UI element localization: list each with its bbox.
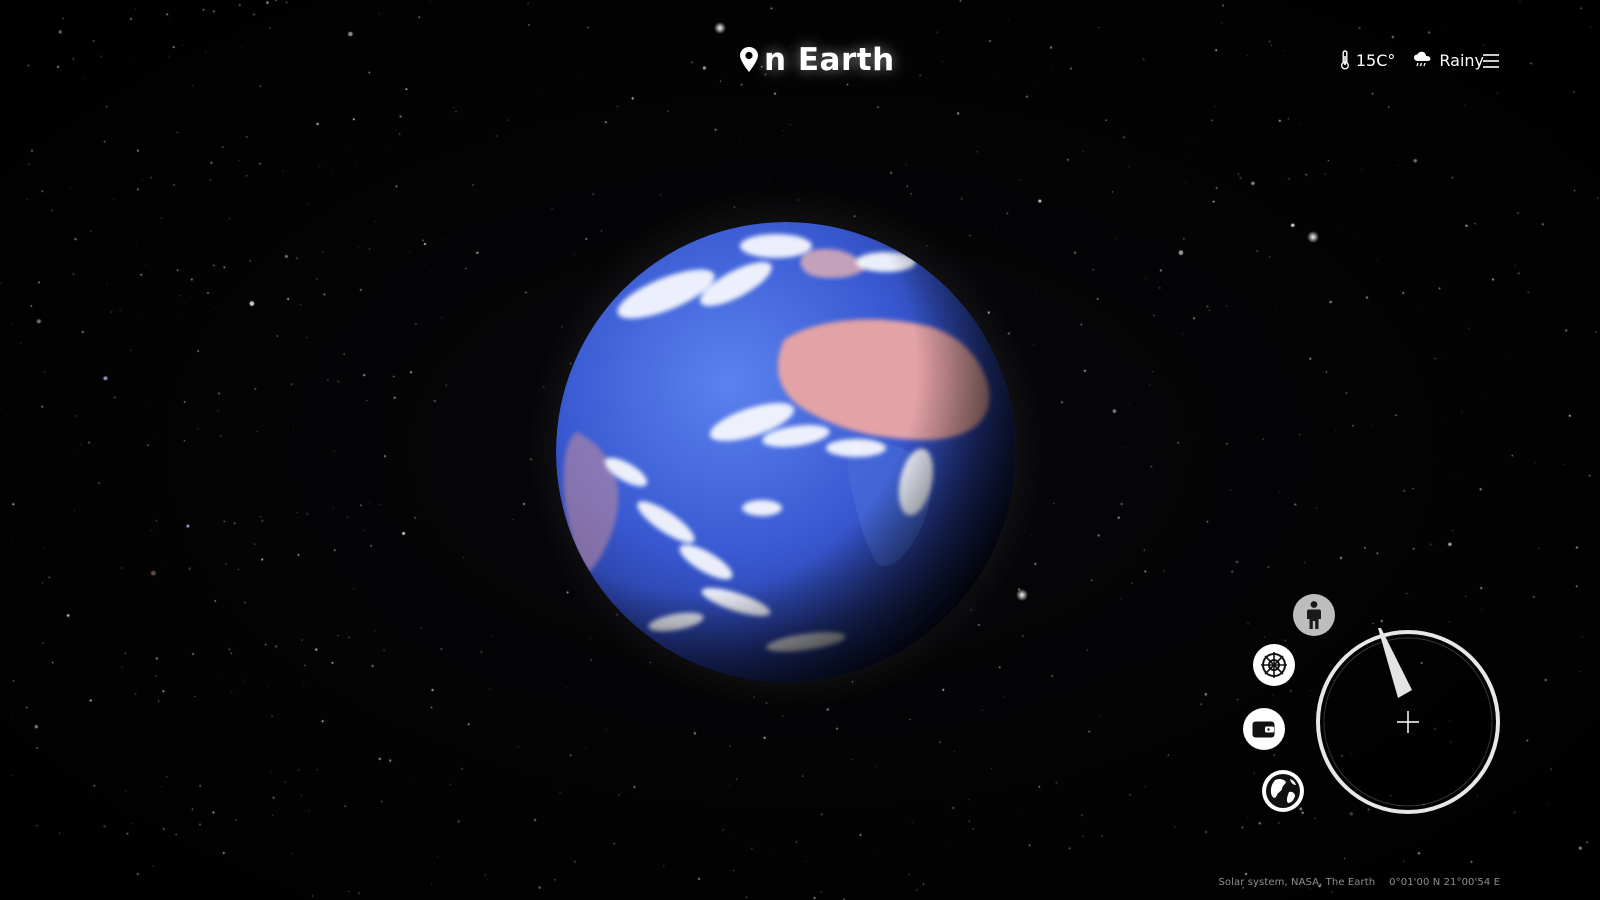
person-icon — [1307, 601, 1321, 629]
footer-info: Solar system, NASA, The Earth 0°01'00 N … — [1218, 877, 1500, 888]
wallet-icon — [1252, 721, 1275, 738]
brand-name: n Earth — [764, 42, 895, 78]
condition-label: Rainy — [1439, 50, 1484, 70]
hamburger-menu-icon[interactable] — [1482, 52, 1500, 70]
weather-condition: Rainy — [1413, 51, 1484, 70]
thermometer-icon — [1340, 50, 1349, 70]
wallet-button[interactable] — [1243, 708, 1285, 750]
space-background: on n Earth 15C° Rainy — [0, 0, 1600, 900]
app-logo[interactable]: on n Earth — [738, 38, 895, 82]
coordinates-text: 0°01'00 N 21°00'54 E — [1389, 877, 1500, 888]
globe-icon — [1266, 774, 1300, 808]
earth-surface — [556, 222, 1016, 682]
brand-name-text: Earth — [797, 42, 895, 78]
location-pin-icon — [740, 47, 758, 72]
globe-button[interactable] — [1262, 770, 1304, 812]
rain-cloud-icon — [1414, 51, 1431, 67]
weather-widget: 15C° Rainy — [1340, 50, 1484, 70]
earth-globe[interactable] — [556, 222, 1016, 682]
temperature-value: 15C° — [1355, 50, 1396, 70]
compass-control[interactable] — [1314, 628, 1502, 816]
target-button[interactable] — [1253, 644, 1295, 686]
credits-text: Solar system, NASA, The Earth — [1218, 877, 1376, 888]
brand-prefix-n: n — [764, 42, 787, 78]
target-icon — [1261, 652, 1287, 678]
temperature-readout: 15C° — [1340, 50, 1396, 70]
